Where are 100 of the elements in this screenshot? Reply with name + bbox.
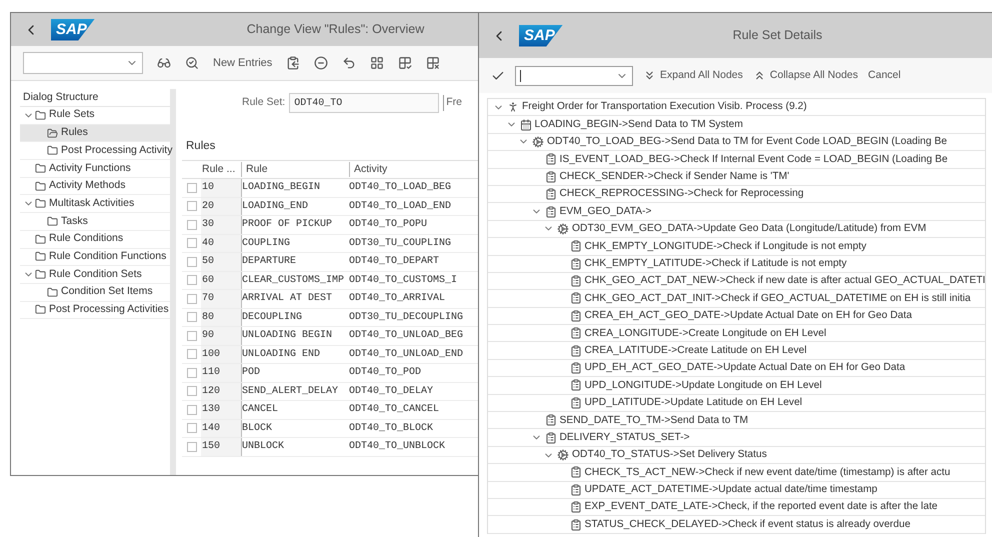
row-checkbox[interactable] bbox=[186, 349, 196, 360]
row-checkbox[interactable] bbox=[186, 330, 196, 341]
clipboard-icon bbox=[570, 362, 582, 374]
undo-icon[interactable] bbox=[342, 56, 356, 70]
glasses-icon[interactable] bbox=[157, 56, 171, 70]
folder-icon bbox=[47, 286, 58, 298]
minus-icon[interactable] bbox=[314, 56, 328, 70]
tree-node[interactable]: UPD_LATITUDE->Update Latitude on EH Level bbox=[488, 394, 985, 412]
window-title: Change View "Rules": Overview bbox=[246, 21, 424, 38]
sidebar-item[interactable]: Post Processing Activity bbox=[20, 142, 170, 160]
table-cell-text: ODT40_TO_POPU bbox=[349, 218, 428, 232]
select-block-icon[interactable] bbox=[398, 56, 412, 70]
command-field[interactable] bbox=[23, 52, 143, 74]
cancel-button[interactable]: Cancel bbox=[868, 68, 901, 84]
sidebar-item[interactable]: Tasks bbox=[20, 213, 170, 231]
row-checkbox[interactable] bbox=[186, 386, 196, 396]
tree-node[interactable]: CHK_GEO_ACT_DAT_INIT->Check if GEO_ACTUAL_DATETIME on EH is still initia bbox=[488, 290, 985, 308]
expand-all-button[interactable]: Expand All Nodes bbox=[643, 68, 743, 84]
row-checkbox[interactable] bbox=[186, 220, 196, 230]
tree-node[interactable]: EXP_EVENT_DATE_LATE->Check, if the reported event date is after the late bbox=[488, 498, 985, 516]
clipboard-icon bbox=[570, 484, 582, 496]
tree-node[interactable]: CHECK_REPROCESSING->Check for Reprocessing bbox=[488, 186, 985, 204]
table-cell-text: PROOF OF PICKUP bbox=[242, 218, 332, 232]
copy-icon[interactable] bbox=[286, 56, 300, 70]
gear-icon bbox=[532, 136, 544, 148]
table-cell-text: DEPARTURE bbox=[242, 255, 296, 270]
tree-node[interactable]: CHECK_SENDER->Check if Sender Name is 'TM' bbox=[488, 168, 985, 186]
table-cell-text: 70 bbox=[202, 292, 214, 306]
sidebar-item[interactable]: Activity Functions bbox=[20, 160, 170, 178]
tree-node[interactable]: UPD_LONGITUDE->Update Longitude on EH Level bbox=[488, 377, 985, 395]
row-checkbox[interactable] bbox=[186, 201, 196, 212]
table-cell-text: LOADING_BEGIN bbox=[242, 181, 320, 196]
folder-icon bbox=[35, 198, 46, 210]
sidebar-item[interactable]: Multitask Activities bbox=[20, 195, 170, 214]
tree-node[interactable]: LOADING_BEGIN->Send Data to TM System bbox=[488, 116, 985, 134]
sidebar-item[interactable]: Rules bbox=[20, 124, 170, 142]
row-checkbox[interactable] bbox=[186, 256, 196, 267]
rule-set-field[interactable]: ODT40_TO bbox=[289, 93, 440, 113]
table-cell-text: ODT40_TO_UNLOAD_END bbox=[349, 348, 464, 362]
row-checkbox[interactable] bbox=[186, 368, 196, 378]
tree-node[interactable]: STATUS_CHECK_DELAYED->Check if event status is already overdue bbox=[488, 516, 985, 534]
table-cell-text: COUPLING bbox=[242, 236, 290, 251]
sidebar-item[interactable]: Post Processing Activities bbox=[20, 302, 170, 320]
sidebar-item[interactable]: Activity Methods bbox=[20, 178, 170, 196]
tree-node[interactable]: SEND_DATE_TO_TM->Send Data to TM bbox=[488, 412, 985, 430]
row-checkbox[interactable] bbox=[186, 423, 196, 434]
row-checkbox[interactable] bbox=[186, 294, 196, 304]
table-cell-text: BLOCK bbox=[242, 422, 272, 436]
gear-icon bbox=[557, 449, 569, 461]
row-checkbox[interactable] bbox=[186, 238, 196, 248]
calendar-icon bbox=[520, 118, 532, 131]
select-all-icon[interactable] bbox=[370, 56, 384, 70]
column-header[interactable]: Rule ... bbox=[201, 162, 241, 178]
person-icon bbox=[507, 101, 519, 114]
row-checkbox[interactable] bbox=[186, 312, 196, 322]
row-checkbox[interactable] bbox=[186, 442, 196, 452]
tree-node[interactable]: UPD_EH_ACT_GEO_DATE->Update Actual Date on EH for Geo Data bbox=[488, 360, 985, 378]
tree-node[interactable]: CHK_EMPTY_LONGITUDE->Check if Longitude is not empty bbox=[488, 238, 985, 256]
table-cell-text: ODT40_TO_DEPART bbox=[349, 255, 440, 270]
tree-node[interactable]: CHECK_TS_ACT_NEW->Check if new event date/time (timestamp) is after actu bbox=[488, 464, 985, 482]
sidebar-item[interactable]: Condition Set Items bbox=[20, 284, 170, 302]
table-cell-text: LOADING_END bbox=[242, 200, 308, 214]
tree-node[interactable]: Freight Order for Transportation Execution Visib. Process (9.2) bbox=[488, 99, 985, 116]
tree-node[interactable]: CREA_LATITUDE->Create Latitude on EH Level bbox=[488, 342, 985, 360]
table-cell-text: 130 bbox=[202, 403, 220, 418]
sap-logo: SAP bbox=[51, 18, 95, 40]
sidebar-item[interactable]: Rule Conditions bbox=[20, 230, 170, 248]
tree-node[interactable]: UPDATE_ACT_DATETIME->Update actual date/time timestamp bbox=[488, 482, 985, 499]
tree-node[interactable]: ODT40_TO_LOAD_BEG->Send Data to TM for Event Code LOAD_BEGIN (Loading Be bbox=[488, 134, 985, 152]
row-checkbox[interactable] bbox=[186, 275, 196, 286]
collapse-all-button[interactable]: Collapse All Nodes bbox=[752, 68, 858, 84]
tree-node[interactable]: DELIVERY_STATUS_SET-> bbox=[488, 429, 985, 447]
search-icon[interactable] bbox=[185, 56, 199, 70]
table-cell-text: ODT40_TO_POD bbox=[349, 366, 422, 380]
tree-node[interactable]: CREA_EH_ACT_GEO_DATE->Update Actual Date on EH for Geo Data bbox=[488, 308, 985, 326]
sidebar-item[interactable]: Rule Condition Functions bbox=[20, 248, 170, 266]
column-header[interactable]: Rule bbox=[241, 162, 349, 178]
deselect-icon[interactable] bbox=[426, 56, 440, 70]
table-cell-text: SEND_ALERT_DELAY bbox=[242, 384, 338, 399]
row-checkbox[interactable] bbox=[186, 182, 196, 193]
table-cell-text: 40 bbox=[202, 236, 214, 251]
field-label: Fre bbox=[443, 95, 462, 111]
tree-node[interactable]: CREA_LONGITUDE->Create Longitude on EH Level bbox=[488, 325, 985, 342]
sidebar-item[interactable]: Rule Condition Sets bbox=[20, 266, 170, 284]
row-checkbox[interactable] bbox=[186, 404, 196, 415]
command-field[interactable] bbox=[515, 66, 633, 86]
tree-node[interactable]: EVM_GEO_DATA-> bbox=[488, 203, 985, 221]
folder-icon bbox=[47, 216, 58, 227]
column-header[interactable]: Activity bbox=[354, 162, 388, 178]
tree-node[interactable]: ODT40_TO_STATUS->Set Delivery Status bbox=[488, 446, 985, 464]
tree-node[interactable]: CHK_EMPTY_LATITUDE->Check if Latitude is not empty bbox=[488, 256, 985, 273]
table-cell-text: ODT40_TO_LOAD_END bbox=[349, 200, 452, 214]
tree-node[interactable]: IS_EVENT_LOAD_BEG->Check If Internal Event Code = LOAD_BEGIN (Loading Be bbox=[488, 151, 985, 169]
tree-node[interactable]: CHK_GEO_ACT_DAT_NEW->Check if new date is after actual GEO_ACTUAL_DATETI bbox=[488, 272, 985, 290]
table-cell-text: 150 bbox=[202, 440, 220, 454]
folder-icon bbox=[35, 110, 46, 121]
tree-node[interactable]: ODT30_EVM_GEO_DATA->Update Geo Data (Longitude/Latitude) from EVM bbox=[488, 220, 985, 238]
new-entries-button[interactable]: New Entries bbox=[213, 54, 272, 72]
table-cell-text: ODT40_TO_ARRIVAL bbox=[349, 292, 446, 306]
table-cell-text: ODT40_TO_UNLOAD_BEG bbox=[349, 329, 464, 344]
